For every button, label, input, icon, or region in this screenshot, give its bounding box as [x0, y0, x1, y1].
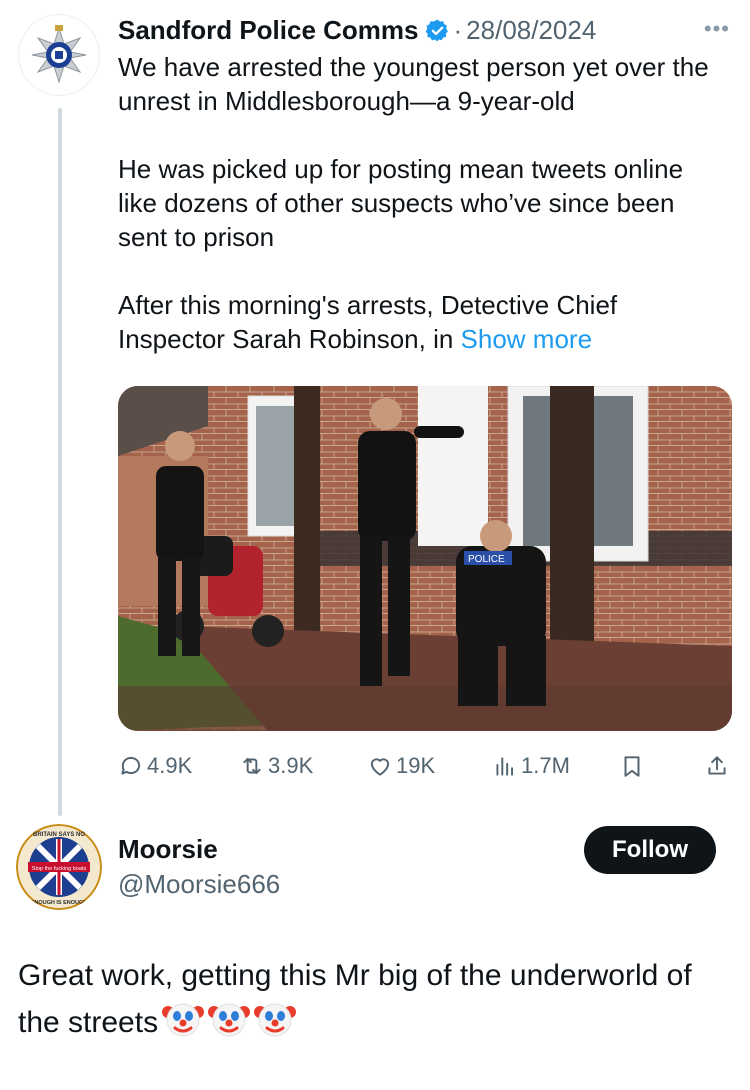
reply-display-name[interactable]: Moorsie — [118, 834, 218, 865]
thread-line — [58, 108, 62, 816]
tweet-date[interactable]: 28/08/2024 — [466, 15, 596, 46]
repost-button[interactable]: 3.9K — [239, 748, 313, 784]
reply-count: 4.9K — [147, 753, 193, 778]
views-button[interactable]: 1.7M — [492, 748, 570, 784]
bookmark-button[interactable] — [619, 748, 648, 784]
reply-text: Great work, getting this Mr big of the u… — [18, 954, 738, 1045]
clown-emoji-icon — [208, 998, 251, 1040]
share-button[interactable] — [704, 748, 733, 784]
analytics-icon — [496, 757, 514, 776]
repost-icon — [243, 757, 261, 775]
tweet-text: We have arrested the youngest person yet… — [118, 50, 728, 356]
share-icon — [708, 756, 726, 775]
tweet-paragraph: He was picked up for posting mean tweets… — [118, 154, 684, 252]
police-crest-icon — [31, 25, 87, 84]
repost-count: 3.9K — [268, 753, 314, 778]
tweet-actions: 4.9K 3.9K 19K 1.7M — [118, 748, 736, 784]
show-more-link[interactable]: Show more — [461, 324, 593, 354]
verified-badge-icon — [425, 18, 450, 43]
bookmark-icon — [624, 756, 640, 777]
tweet-header: Sandford Police Comms · 28/08/2024 ••• — [118, 12, 738, 48]
tweet-paragraph: We have arrested the youngest person yet… — [118, 52, 709, 116]
avatar-slogan: Stop the fucking boats — [32, 866, 87, 872]
like-button[interactable]: 19K — [367, 748, 435, 784]
tweet-paragraph: After this morning's arrests, Detective … — [118, 288, 728, 356]
like-count: 19K — [396, 753, 436, 778]
tweet-photo[interactable]: POLICE — [118, 386, 732, 731]
clown-emoji-icon — [162, 998, 205, 1040]
reply-button[interactable]: 4.9K — [118, 748, 192, 784]
avatar[interactable] — [18, 14, 100, 96]
display-name[interactable]: Sandford Police Comms — [118, 15, 419, 46]
view-count: 1.7M — [521, 753, 570, 778]
heart-icon — [370, 758, 390, 776]
avatar-bottom-text: ENOUGH IS ENOUGH — [31, 900, 88, 906]
reply-icon — [121, 756, 141, 775]
separator: · — [453, 14, 463, 45]
police-label: POLICE — [468, 554, 505, 565]
ellipsis-icon[interactable]: ••• — [704, 16, 730, 42]
reply-handle[interactable]: @Moorsie666 — [118, 869, 280, 900]
reply-avatar[interactable]: Stop the fucking boats BRITAIN SAYS NO E… — [16, 824, 102, 910]
reply-text-content: Great work, getting this Mr big of the u… — [18, 959, 692, 1039]
britain-says-no-badge-icon: Stop the fucking boats BRITAIN SAYS NO E… — [16, 824, 102, 910]
police-arrest-photo: POLICE — [118, 386, 732, 731]
clown-emoji-icon — [254, 998, 297, 1040]
follow-button[interactable]: Follow — [584, 826, 716, 874]
avatar-top-text: BRITAIN SAYS NO — [33, 832, 85, 838]
